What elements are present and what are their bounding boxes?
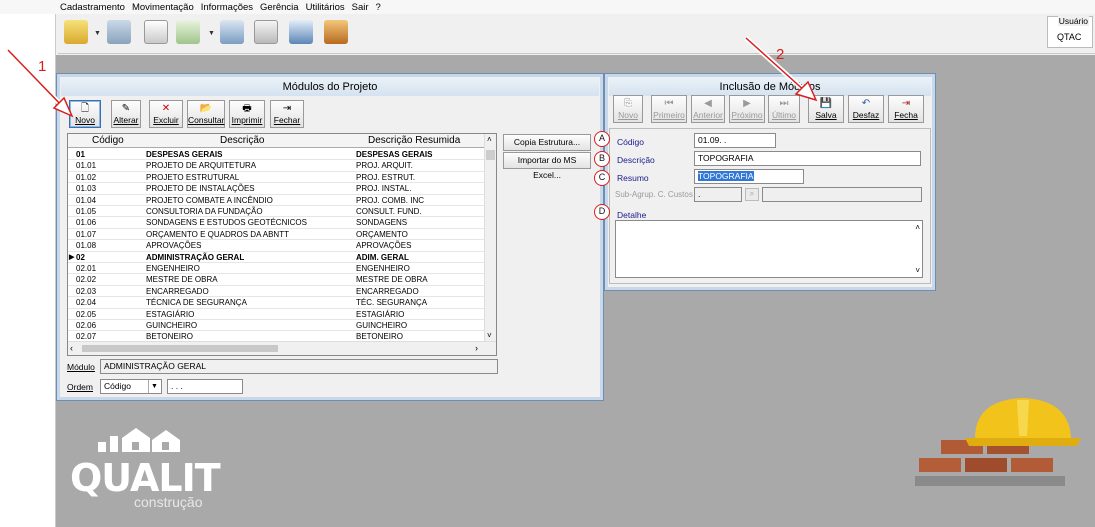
- callout-number-2: 2: [776, 46, 785, 63]
- logo-subtitle: construção: [134, 494, 203, 510]
- bricks-helmet-illustration: [905, 390, 1085, 500]
- helmet-icon: [915, 398, 1081, 486]
- qualit-logo: QUALIT construção: [66, 418, 236, 518]
